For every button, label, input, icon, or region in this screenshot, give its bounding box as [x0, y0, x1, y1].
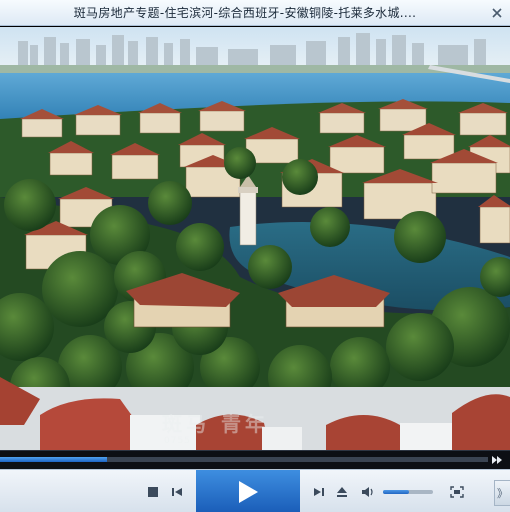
player-controls: 》	[0, 469, 510, 512]
fast-forward-button[interactable]	[490, 454, 504, 466]
close-window-button[interactable]	[490, 6, 504, 20]
title-bar[interactable]: 斑马房地产专题-住宅滨河-综合西班牙-安徽铜陵-托莱多水城....	[0, 0, 510, 26]
close-icon	[492, 8, 502, 18]
video-frame[interactable]: 斑马 青年 0755	[0, 27, 510, 450]
seek-bar[interactable]	[0, 457, 488, 462]
video-watermark: 斑马 青年 0755	[162, 408, 342, 448]
previous-icon	[172, 488, 182, 496]
fullscreen-button[interactable]	[449, 485, 465, 499]
watermark-text: 斑马 青年	[162, 412, 269, 436]
play-button[interactable]	[196, 470, 300, 512]
mute-button[interactable]	[360, 485, 376, 499]
next-button[interactable]	[312, 485, 326, 499]
next-icon	[314, 488, 324, 496]
volume-slider[interactable]	[383, 490, 433, 494]
seek-bar-progress	[0, 457, 108, 462]
playlist-toggle-button[interactable]: 》	[494, 480, 510, 506]
speaker-icon	[362, 487, 373, 497]
chevron-right-icon: 》	[497, 487, 508, 500]
play-icon	[239, 480, 258, 503]
seek-bar-row	[0, 450, 510, 469]
eject-icon	[337, 487, 347, 497]
volume-level	[383, 490, 409, 494]
media-player-window: 斑马房地产专题-住宅滨河-综合西班牙-安徽铜陵-托莱多水城.... 斑马 青年 …	[0, 0, 510, 512]
window-title: 斑马房地产专题-住宅滨河-综合西班牙-安徽铜陵-托莱多水城....	[73, 6, 417, 20]
eject-button[interactable]	[335, 485, 349, 499]
previous-button[interactable]	[170, 485, 184, 499]
stop-button[interactable]	[146, 485, 160, 499]
watermark-subtext: 0755	[164, 436, 191, 446]
fast-forward-icon	[492, 456, 502, 464]
fullscreen-icon	[450, 486, 464, 498]
video-scene	[0, 27, 510, 450]
stop-icon	[148, 487, 158, 497]
